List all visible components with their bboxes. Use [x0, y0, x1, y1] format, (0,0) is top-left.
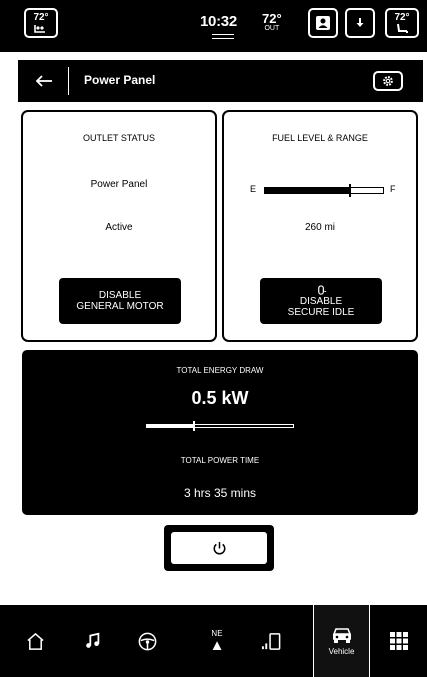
- energy-draw-bar: [146, 421, 294, 431]
- power-button[interactable]: [171, 532, 267, 564]
- disable-secure-idle-label-1: DISABLE: [299, 295, 343, 307]
- nav-controls[interactable]: [130, 605, 164, 677]
- status-bar: 72° 10:32 72° OUT 72°: [0, 0, 427, 52]
- idle-icon: [317, 284, 326, 295]
- nav-home[interactable]: [20, 605, 50, 677]
- home-icon: [26, 632, 44, 650]
- arrow-left-icon: [35, 75, 52, 87]
- energy-panel: TOTAL ENERGY DRAW 0.5 kW TOTAL POWER TIM…: [22, 350, 418, 515]
- fuel-gauge-marker: [348, 184, 351, 197]
- outside-temp-label: OUT: [264, 25, 280, 32]
- download-button[interactable]: [345, 8, 375, 38]
- fuel-full-label: F: [390, 184, 396, 194]
- fuel-range: 260 mi: [304, 222, 335, 233]
- page-header: Power Panel: [18, 60, 423, 102]
- power-icon: [213, 541, 225, 555]
- header-divider: [68, 67, 69, 95]
- seat-icon: [397, 23, 408, 33]
- phone-signal-icon: [261, 632, 280, 650]
- driver-seat-temp: 72°: [33, 11, 49, 23]
- seat-heat-icon: [34, 24, 45, 33]
- app-grid-icon: [390, 632, 408, 650]
- disable-general-motor-label-1: DISABLE: [98, 290, 142, 301]
- car-icon: [332, 628, 351, 643]
- settings-button[interactable]: [373, 71, 403, 91]
- fuel-level-title: FUEL LEVEL & RANGE: [272, 133, 368, 143]
- outlet-status-card: OUTLET STATUS Power Panel Active DISABLE…: [21, 110, 217, 342]
- power-time-label: TOTAL POWER TIME: [180, 456, 260, 465]
- outlet-status-title: OUTLET STATUS: [82, 133, 155, 143]
- energy-draw-fill: [147, 425, 194, 427]
- gear-icon: [383, 76, 393, 86]
- energy-draw-value: 0.5 kW: [191, 388, 249, 408]
- nav-vehicle-label: Vehicle: [328, 647, 355, 656]
- disable-general-motor-button[interactable]: DISABLE GENERAL MOTOR: [59, 278, 181, 324]
- disable-secure-idle-button[interactable]: DISABLE SECURE IDLE: [260, 278, 382, 324]
- nav-media[interactable]: [78, 605, 108, 677]
- energy-draw-marker: [192, 421, 195, 431]
- driver-seat-heat-button[interactable]: 72°: [24, 8, 58, 38]
- nav-navigation[interactable]: NE ▲: [200, 605, 234, 677]
- download-icon: [356, 18, 364, 27]
- compass: NE ▲: [210, 629, 225, 653]
- outlet-state: Active: [105, 222, 133, 233]
- passenger-seat-temp: 72°: [394, 11, 410, 23]
- power-time-value: 3 hrs 35 mins: [183, 486, 257, 500]
- disable-secure-idle-label-2: SECURE IDLE: [287, 306, 355, 318]
- music-note-icon: [86, 632, 100, 648]
- person-icon: [316, 16, 330, 30]
- clock-time: 10:32: [200, 13, 237, 30]
- disable-general-motor-label-2: GENERAL MOTOR: [76, 301, 164, 312]
- steering-wheel-icon: [138, 632, 156, 650]
- bottom-navigation: NE ▲ Vehicle: [0, 605, 427, 677]
- nav-apps[interactable]: [386, 605, 412, 677]
- fuel-gauge: E F: [250, 184, 400, 198]
- outside-temperature: 72° OUT: [262, 12, 282, 33]
- outlet-source: Power Panel: [90, 179, 148, 190]
- profile-button[interactable]: [308, 8, 338, 38]
- power-button-frame: [164, 525, 274, 571]
- page-title: Power Panel: [84, 73, 156, 87]
- compass-arrow-icon: ▲: [209, 637, 225, 654]
- nav-vehicle[interactable]: Vehicle: [313, 605, 370, 677]
- outside-temp-value: 72°: [262, 11, 282, 26]
- back-button[interactable]: [32, 69, 56, 93]
- passenger-seat-heat-button[interactable]: 72°: [385, 8, 419, 38]
- clock-underline: [212, 34, 234, 39]
- energy-draw-label: TOTAL ENERGY DRAW: [176, 366, 264, 375]
- fuel-gauge-track: [264, 184, 384, 197]
- fuel-gauge-fill: [265, 188, 350, 193]
- fuel-level-card: FUEL LEVEL & RANGE E F 260 mi DISABLE SE…: [222, 110, 418, 342]
- fuel-empty-label: E: [250, 184, 257, 194]
- nav-phone[interactable]: [254, 605, 288, 677]
